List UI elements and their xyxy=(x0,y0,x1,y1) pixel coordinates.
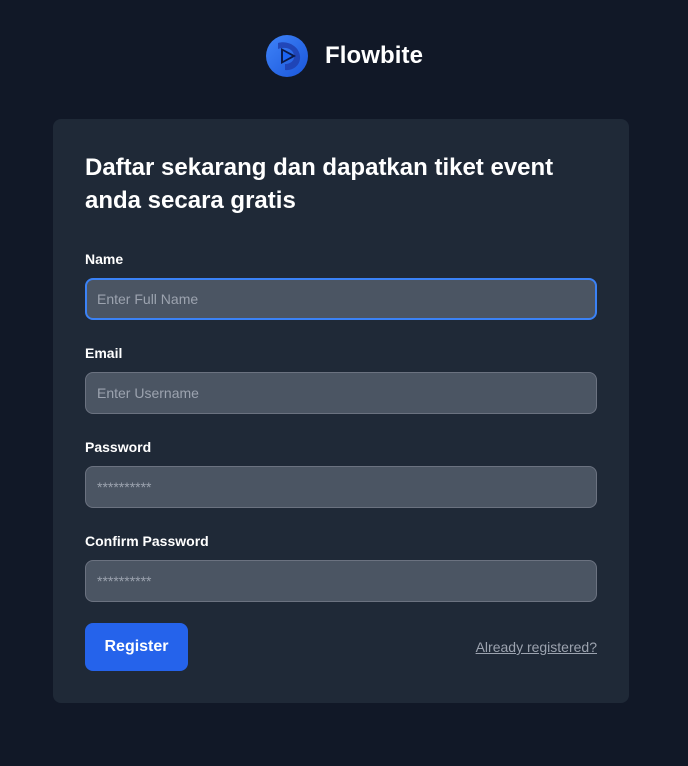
brand-header[interactable]: Flowbite xyxy=(0,34,688,78)
email-label: Email xyxy=(85,345,123,361)
already-registered-link[interactable]: Already registered? xyxy=(476,639,597,655)
email-input[interactable] xyxy=(85,372,597,414)
name-input[interactable] xyxy=(85,278,597,320)
email-field: Email xyxy=(85,343,597,414)
register-card: Daftar sekarang dan dapatkan tiket event… xyxy=(53,119,629,703)
password-input[interactable] xyxy=(85,466,597,508)
confirm-password-label: Confirm Password xyxy=(85,533,209,549)
password-label: Password xyxy=(85,439,152,455)
register-button[interactable]: Register xyxy=(85,623,188,671)
form-title: Daftar sekarang dan dapatkan tiket event… xyxy=(85,154,554,214)
confirm-password-field: Confirm Password xyxy=(85,531,597,602)
password-field: Password xyxy=(85,437,597,508)
brand-name: Flowbite xyxy=(324,42,424,69)
name-label: Name xyxy=(85,251,124,267)
name-field: Name xyxy=(85,249,597,320)
flowbite-logo-icon xyxy=(265,35,308,77)
register-page: Flowbite Daftar sekarang dan dapatkan ti… xyxy=(0,0,688,766)
confirm-password-input[interactable] xyxy=(85,560,597,602)
form-actions: Register Already registered? xyxy=(85,623,597,671)
